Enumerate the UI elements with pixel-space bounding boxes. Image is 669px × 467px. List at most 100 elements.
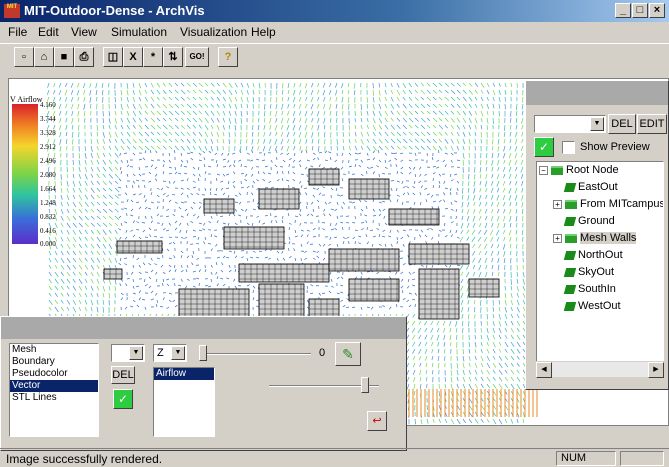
new-icon[interactable]: ▫ (14, 47, 34, 67)
scene-panel: ▼ DEL EDIT ✓ Show Preview − Root Node Ea… (525, 80, 669, 390)
toolbar: ▫ ⌂ ■ ⎙ ◫ X * ⇅ GO! ? (0, 43, 669, 69)
variable-item-airflow[interactable]: Airflow (154, 368, 214, 380)
tree-node-skyout[interactable]: SkyOut (563, 266, 614, 278)
layer-list: Mesh Boundary Pseudocolor Vector STL Lin… (9, 343, 99, 437)
minimize-button[interactable]: _ (615, 3, 631, 18)
menu-visualization[interactable]: Visualization (180, 25, 247, 39)
legend-value: 1.248 (40, 199, 56, 207)
apply-check-icon[interactable]: ✓ (534, 137, 554, 157)
chevron-down-icon[interactable]: ▼ (129, 346, 143, 360)
save-icon[interactable]: ■ (54, 47, 74, 67)
maximize-button[interactable]: □ (632, 3, 648, 18)
folder-icon (551, 165, 563, 175)
legend-value: 2.912 (40, 143, 56, 151)
scene-edit-button[interactable]: EDIT (637, 114, 667, 134)
tree-node-label: From MITcampus (580, 198, 664, 210)
visualization-panel: Mesh Boundary Pseudocolor Vector STL Lin… (0, 316, 407, 451)
legend-value: 0.832 (40, 213, 56, 221)
layer-apply-check-icon[interactable]: ✓ (113, 389, 133, 409)
object-icon (563, 182, 577, 192)
plane-slider-thumb[interactable] (199, 345, 207, 361)
menu-help[interactable]: Help (251, 25, 276, 39)
object-icon (563, 216, 577, 226)
tree-node-westout[interactable]: WestOut (563, 300, 621, 312)
box-icon[interactable]: ◫ (103, 47, 123, 67)
scene-panel-titlebar[interactable] (526, 81, 668, 105)
scroll-right-icon[interactable]: ▶ (648, 362, 664, 378)
chevron-down-icon[interactable]: ▼ (590, 117, 604, 131)
layer-item-vector[interactable]: Vector (10, 380, 98, 392)
tree-node-southin[interactable]: SouthIn (563, 283, 616, 295)
tree-node-label: Ground (578, 215, 615, 227)
layer-item-stl-lines[interactable]: STL Lines (10, 392, 98, 404)
layer-del-button[interactable]: DEL (111, 366, 135, 384)
tree-horizontal-scrollbar[interactable]: ◀ ▶ (536, 361, 664, 378)
axis-select[interactable]: Z ▼ (153, 344, 187, 362)
reset-icon[interactable]: ↩ (367, 411, 387, 431)
tree-node-root[interactable]: − Root Node (539, 164, 619, 176)
axis-select-value: Z (157, 347, 164, 359)
open-icon[interactable]: ⌂ (34, 47, 54, 67)
go-icon[interactable]: GO! (185, 47, 209, 67)
menu-file[interactable]: File (8, 25, 27, 39)
scene-select[interactable]: ▼ (534, 115, 606, 133)
layer-item-mesh[interactable]: Mesh (10, 344, 98, 356)
scene-del-button[interactable]: DEL (608, 114, 636, 134)
print-icon[interactable]: ⎙ (74, 47, 94, 67)
layer-item-pseudocolor[interactable]: Pseudocolor (10, 368, 98, 380)
layer-type-select[interactable]: ▼ (111, 344, 145, 362)
legend-title: V Airflow (10, 95, 43, 104)
tree-node-northout[interactable]: NorthOut (563, 249, 623, 261)
scale-icon[interactable]: ⇅ (163, 47, 183, 67)
object-icon (563, 301, 577, 311)
tree-node-label: Mesh Walls (580, 232, 637, 244)
star-icon[interactable]: * (143, 47, 163, 67)
legend-value: 4.160 (40, 101, 56, 109)
tree-node-label: Root Node (566, 164, 619, 176)
legend-value: 0.000 (40, 240, 56, 248)
chevron-down-icon[interactable]: ▼ (171, 346, 185, 360)
legend-value: 0.416 (40, 227, 56, 235)
status-num: NUM (556, 451, 616, 466)
legend-value: 3.744 (40, 115, 56, 123)
visualization-panel-titlebar[interactable] (1, 317, 406, 339)
menu-bar: File Edit View Simulation Visualization … (0, 22, 669, 42)
title-bar: MIT MIT-Outdoor-Dense - ArchVis _ □ × (0, 0, 669, 22)
app-icon: MIT (4, 4, 20, 18)
folder-icon (565, 233, 577, 243)
variable-list: Airflow (153, 367, 215, 437)
tree-node-eastout[interactable]: EastOut (563, 181, 618, 193)
tree-node-label: SouthIn (578, 283, 616, 295)
show-preview-label: Show Preview (580, 141, 650, 153)
scale-slider-thumb[interactable] (361, 377, 369, 393)
tree-node-label: NorthOut (578, 249, 623, 261)
legend-value: 1.664 (40, 185, 56, 193)
window-title: MIT-Outdoor-Dense - ArchVis (24, 3, 205, 18)
status-message: Image successfully rendered. (6, 452, 163, 466)
pick-color-icon[interactable]: ✎ (335, 342, 361, 366)
expand-icon[interactable]: + (553, 199, 562, 209)
tree-node-label: EastOut (578, 181, 618, 193)
menu-simulation[interactable]: Simulation (111, 25, 167, 39)
tree-node-label: WestOut (578, 300, 621, 312)
tree-node-mesh-walls[interactable]: + Mesh Walls (553, 232, 637, 244)
show-preview-checkbox[interactable] (562, 141, 575, 154)
expand-icon[interactable]: + (553, 233, 562, 243)
tree-node-ground[interactable]: Ground (563, 215, 615, 227)
tree-node-from-mitcampus[interactable]: + From MITcampus (553, 198, 664, 210)
folder-icon (565, 199, 577, 209)
plane-slider-track[interactable] (199, 353, 311, 355)
layer-item-boundary[interactable]: Boundary (10, 356, 98, 368)
close-button[interactable]: × (649, 3, 665, 18)
plane-slider-value: 0 (319, 347, 326, 359)
help-icon[interactable]: ? (218, 47, 238, 67)
menu-edit[interactable]: Edit (38, 25, 59, 39)
legend-colorbar (12, 104, 38, 244)
collapse-icon[interactable]: − (539, 165, 548, 175)
scene-tree: − Root Node EastOut + From MITcampus Gro… (536, 161, 664, 371)
object-icon (563, 250, 577, 260)
legend-value: 2.496 (40, 157, 56, 165)
menu-view[interactable]: View (71, 25, 97, 39)
x-icon[interactable]: X (123, 47, 143, 67)
scroll-left-icon[interactable]: ◀ (536, 362, 552, 378)
